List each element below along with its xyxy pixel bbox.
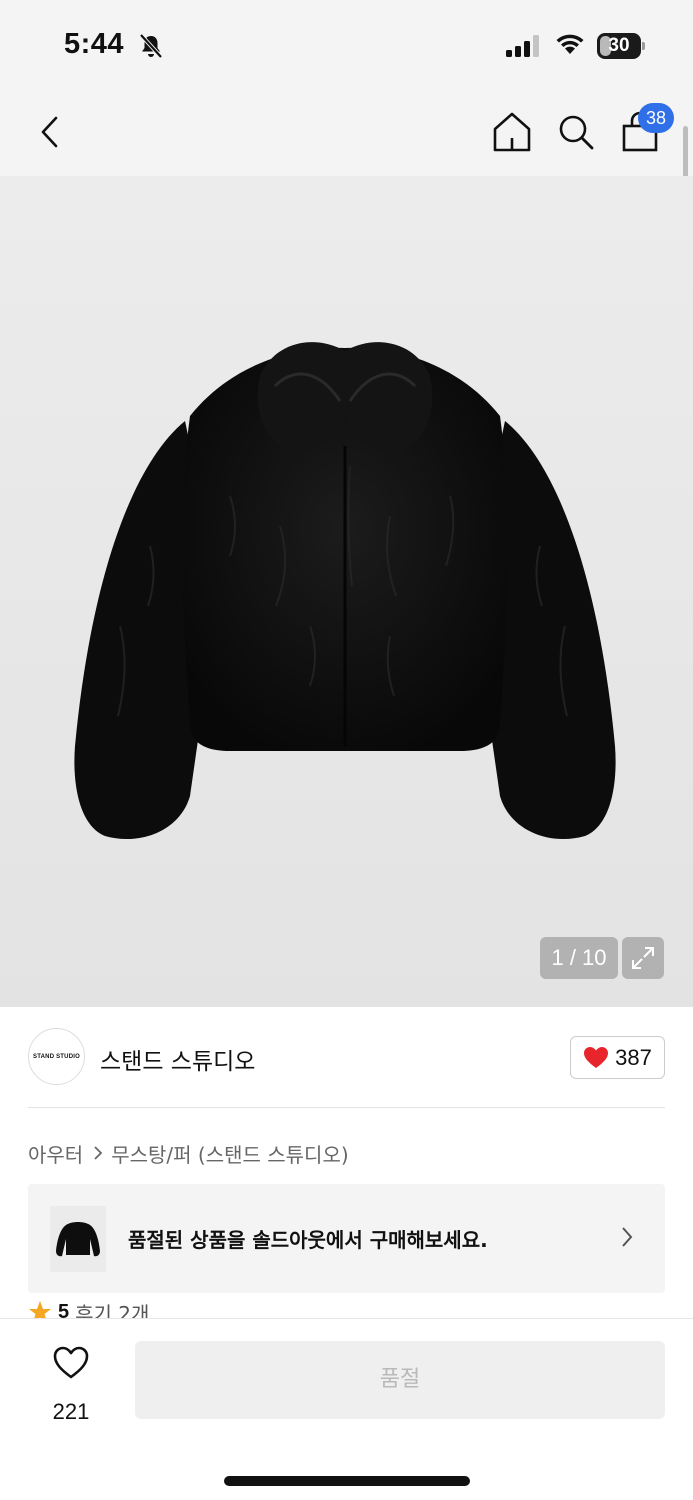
chevron-right-icon: [93, 1145, 103, 1161]
cart-count-badge: 38: [638, 103, 674, 133]
search-button[interactable]: [554, 108, 598, 156]
soldout-promo-banner[interactable]: 품절된 상품을 솔드아웃에서 구매해보세요.: [28, 1184, 665, 1293]
brand-name[interactable]: 스탠드 스튜디오: [100, 1042, 255, 1076]
brand-like-button[interactable]: 387: [570, 1036, 665, 1079]
banner-product-thumbnail: [50, 1206, 106, 1272]
heart-filled-icon: [584, 1046, 609, 1068]
breadcrumb: 아우터 무스탕/퍼 (스탠드 스튜디오): [28, 1138, 349, 1168]
signal-icon: [506, 35, 539, 57]
wifi-icon: [556, 34, 584, 54]
nav-bar: [0, 92, 693, 176]
product-image: [74, 342, 616, 840]
back-button[interactable]: [30, 108, 70, 156]
image-counter: 1 / 10: [540, 937, 618, 979]
expand-icon: [632, 947, 654, 969]
wishlist-count: 221: [52, 1399, 90, 1424]
chevron-left-icon: [41, 116, 58, 148]
home-indicator: [224, 1476, 470, 1486]
home-icon: [493, 112, 531, 152]
battery-percent: 30: [608, 35, 630, 56]
divider: [28, 1107, 665, 1108]
battery-icon: 30: [597, 33, 647, 59]
brand-logo[interactable]: STAND STUDIO: [28, 1028, 85, 1085]
bell-slash-icon: [139, 33, 163, 59]
bottom-action-bar: 221 품절: [0, 1318, 693, 1500]
breadcrumb-item-subcategory[interactable]: 무스탕/퍼 (스탠드 스튜디오): [111, 1139, 348, 1168]
soldout-button[interactable]: 품절: [135, 1341, 665, 1419]
product-image-gallery[interactable]: 1 / 10: [0, 176, 693, 1007]
breadcrumb-item-category[interactable]: 아우터: [28, 1139, 83, 1168]
status-bar: 5:44 30: [0, 0, 693, 92]
brand-like-count: 387: [615, 1044, 652, 1070]
brand-logo-text: STAND STUDIO: [33, 1053, 80, 1060]
chevron-right-icon: [622, 1227, 633, 1247]
wishlist-button[interactable]: 221: [30, 1341, 112, 1431]
status-time: 5:44: [64, 28, 125, 60]
expand-image-button[interactable]: [622, 937, 664, 979]
home-button[interactable]: [490, 108, 534, 156]
brand-row[interactable]: STAND STUDIO 스탠드 스튜디오 387: [28, 1028, 665, 1086]
heart-outline-icon: [53, 1346, 89, 1379]
search-icon: [559, 115, 594, 150]
banner-text: 품절된 상품을 솔드아웃에서 구매해보세요.: [128, 1228, 488, 1252]
